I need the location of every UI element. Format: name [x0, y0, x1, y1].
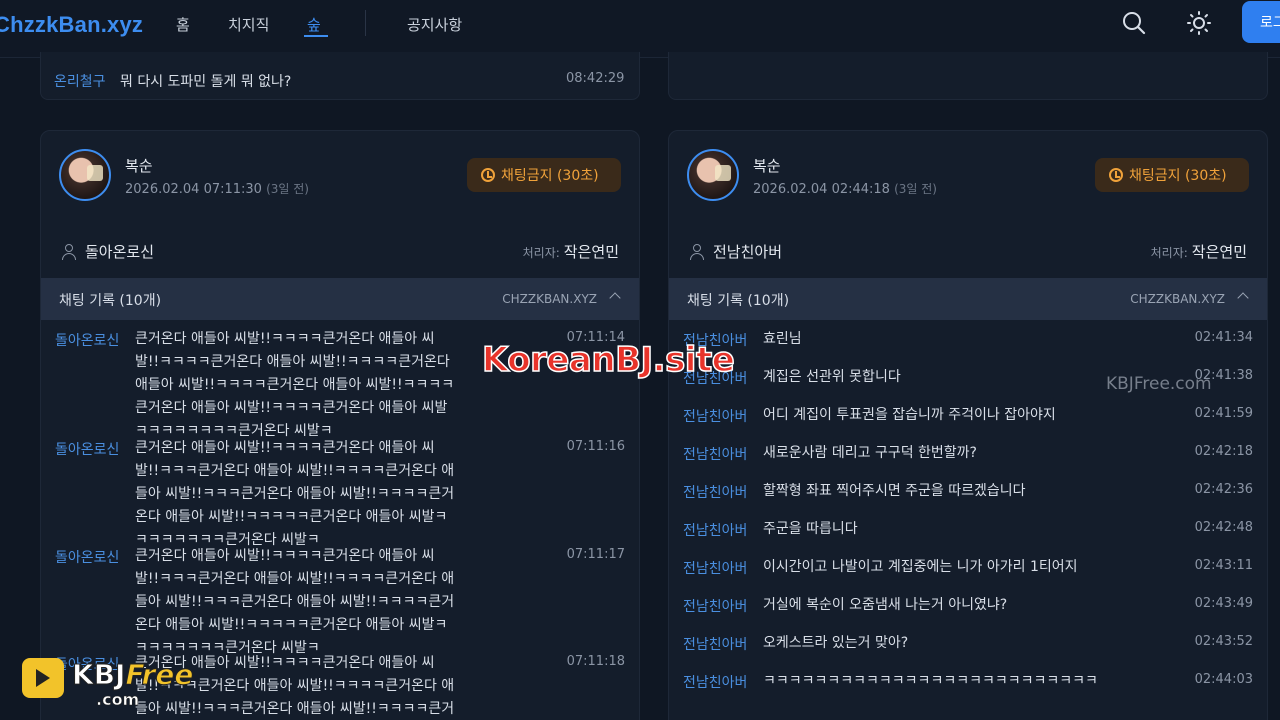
handler-info: 처리자: 작은연민 [522, 243, 619, 261]
streamer-name[interactable]: 복순 [753, 155, 781, 176]
chat-username[interactable]: 전남친아버 [683, 672, 747, 692]
search-icon[interactable] [1121, 10, 1147, 36]
chat-ban-badge: 채팅금지 (30초) [467, 158, 621, 192]
chat-log-title: 채팅 기록 (10개) [687, 293, 790, 309]
nav-link-notice[interactable]: 공지사항 [407, 14, 462, 35]
handler-info: 처리자: 작은연민 [1150, 243, 1247, 261]
chevron-up-icon[interactable] [1237, 292, 1249, 304]
chat-timestamp: 02:42:36 [1194, 482, 1253, 497]
nav-link-chzzk[interactable]: 치지직 [228, 14, 269, 35]
streamer-name[interactable]: 복순 [125, 155, 153, 176]
chat-username[interactable]: 전남친아버 [683, 444, 747, 464]
chat-log-header[interactable]: 채팅 기록 (10개) CHZZKBAN.XYZ [669, 278, 1267, 320]
top-nav: ChzzkBan.xyz 홈 치지직 숲 공지사항 로그 [0, 0, 1280, 58]
chat-timestamp: 02:44:03 [1194, 672, 1253, 687]
chat-username[interactable]: 돌아온로신 [55, 330, 119, 350]
chat-ban-badge: 채팅금지 (30초) [1095, 158, 1249, 192]
site-logo[interactable]: ChzzkBan.xyz [0, 12, 143, 38]
clock-icon [1109, 168, 1123, 182]
watermark-kbjfree: KBJFree.com [1106, 374, 1212, 394]
chat-message-text: 주군을 따릅니다 [763, 521, 858, 537]
streamer-avatar[interactable] [59, 149, 111, 201]
chat-message-text: 오케스트라 있는거 맞아? [763, 635, 909, 651]
chat-message-text: 효린님 [763, 331, 802, 347]
chat-log-source: CHZZKBAN.XYZ [502, 292, 597, 306]
chat-timestamp: 02:43:11 [1194, 558, 1253, 573]
logo-domain: .com [96, 690, 140, 710]
chat-timestamp: 02:41:59 [1194, 406, 1253, 421]
chat-message-text: 거실에 복순이 오줌냄새 나는거 아니였냐? [763, 597, 1008, 613]
active-tab-indicator [304, 35, 328, 37]
chat-timestamp: 02:42:18 [1194, 444, 1253, 459]
banned-user[interactable]: 전남친아버 [689, 241, 782, 262]
chat-username[interactable]: 전남친아버 [683, 596, 747, 616]
ban-datetime: 2026.02.04 07:11:30 (3일 전) [125, 182, 309, 197]
chat-timestamp: 02:43:52 [1194, 634, 1253, 649]
nav-divider [365, 10, 366, 36]
login-button[interactable]: 로그 [1242, 1, 1280, 43]
chat-username[interactable]: 전남친아버 [683, 520, 747, 540]
chat-username[interactable]: 돌아온로신 [55, 439, 119, 459]
chat-message-text: 큰거온다 애들아 씨발!!ㅋㅋㅋㅋ큰거온다 애들아 씨발!!ㅋㅋㅋ큰거온다 애들… [135, 440, 455, 548]
chat-username[interactable]: 전남친아버 [683, 406, 747, 426]
nav-link-soop[interactable]: 숲 [307, 14, 321, 35]
chat-log-title: 채팅 기록 (10개) [59, 293, 162, 309]
logo-text: KBJFree [71, 658, 194, 692]
streamer-avatar[interactable] [687, 149, 739, 201]
watermark-koreanbj: KoreanBJ.site [481, 339, 735, 381]
chat-timestamp: 07:11:16 [566, 439, 625, 454]
chat-username[interactable]: 전남친아버 [683, 482, 747, 502]
ban-datetime: 2026.02.04 02:44:18 (3일 전) [753, 182, 937, 197]
chat-username[interactable]: 돌아온로신 [55, 547, 119, 567]
nav-link-home[interactable]: 홈 [176, 14, 190, 35]
clock-icon [481, 168, 495, 182]
previous-card-bottom-right [668, 52, 1268, 100]
chat-timestamp: 02:41:34 [1194, 330, 1253, 345]
chevron-up-icon[interactable] [609, 292, 621, 304]
chat-username[interactable]: 전남친아버 [683, 634, 747, 654]
tv-play-icon [22, 658, 64, 698]
chat-timestamp: 02:42:48 [1194, 520, 1253, 535]
banned-user[interactable]: 돌아온로신 [61, 241, 154, 262]
chat-message-text: 큰거온다 애들아 씨발!!ㅋㅋㅋㅋ큰거온다 애들아 씨발!!ㅋㅋㅋ큰거온다 애들… [135, 548, 455, 656]
chat-timestamp: 02:43:49 [1194, 596, 1253, 611]
chat-message-text: 새로운사람 데리고 구구덕 한번할까? [763, 445, 977, 461]
theme-toggle-sun-icon[interactable] [1186, 10, 1212, 36]
chat-log-header[interactable]: 채팅 기록 (10개) CHZZKBAN.XYZ [41, 278, 639, 320]
chat-message-text: ㅋㅋㅋㅋㅋㅋㅋㅋㅋㅋㅋㅋㅋㅋㅋㅋㅋㅋㅋㅋㅋㅋㅋㅋㅋㅋ [763, 673, 1098, 689]
chat-log-source: CHZZKBAN.XYZ [1130, 292, 1225, 306]
person-icon [689, 244, 704, 260]
chat-message-text: 큰거온다 애들아 씨발!!ㅋㅋㅋㅋ큰거온다 애들아 씨발!!ㅋㅋㅋㅋ큰거온다 애… [135, 331, 455, 439]
person-icon [61, 244, 76, 260]
ban-card: 복순 2026.02.04 02:44:18 (3일 전) 채팅금지 (30초)… [668, 130, 1268, 720]
chat-username[interactable]: 전남친아버 [683, 558, 747, 578]
chat-message-text: 뭐 다시 도파민 돌게 뭐 없나? [120, 74, 292, 90]
chat-message-text: 이시간이고 나발이고 계집중에는 니가 아가리 1티어지 [763, 559, 1078, 575]
chat-timestamp: 08:42:29 [566, 71, 625, 86]
chat-username[interactable]: 온리철구 [54, 71, 106, 91]
chat-message-text: 어디 계집이 투표권을 잡습니까 주걱이나 잡아야지 [763, 407, 1056, 423]
kbjfree-logo: KBJFree .com [22, 654, 222, 714]
chat-timestamp: 07:11:18 [566, 654, 625, 669]
chat-message-text: 할짝형 좌표 찍어주시면 주군을 따르겠습니다 [763, 483, 1026, 499]
chat-timestamp: 07:11:17 [566, 547, 625, 562]
ban-card: 복순 2026.02.04 07:11:30 (3일 전) 채팅금지 (30초)… [40, 130, 640, 720]
